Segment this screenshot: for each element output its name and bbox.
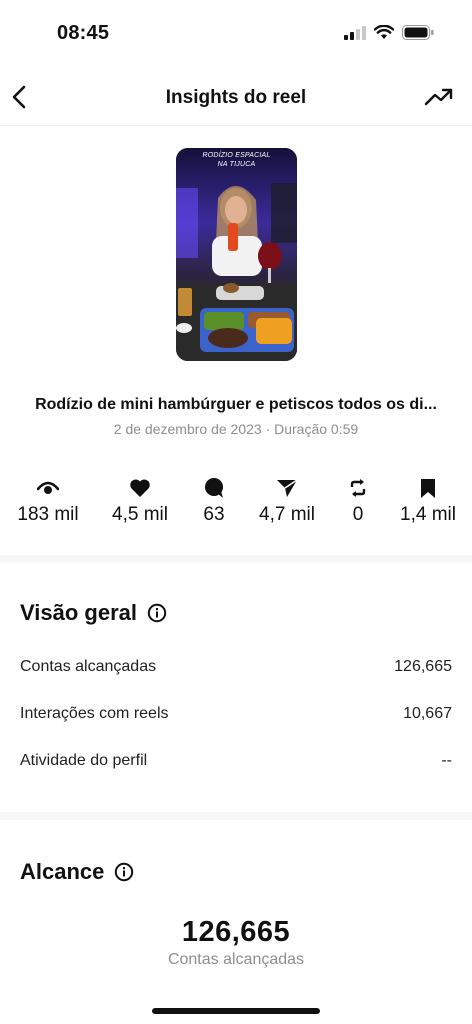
reach-section-title: Alcance <box>20 859 134 885</box>
comment-icon <box>205 478 223 498</box>
stat-shares: 4,7 mil <box>247 477 327 526</box>
stat-likes: 4,5 mil <box>100 477 180 526</box>
row-label: Atividade do perfil <box>20 752 148 769</box>
stat-value: 4,5 mil <box>112 504 168 525</box>
nav-header: Insights do reel <box>0 70 472 126</box>
share-icon <box>277 479 298 497</box>
stat-reposts: 0 <box>318 477 398 526</box>
stat-value: 183 mil <box>17 504 79 525</box>
reach-label: Contas alcançadas <box>167 951 305 968</box>
overview-section-title: Visão geral <box>20 600 167 626</box>
stats-row: 183 mil 4,5 mil 63 4,7 mil 0 1,4 mil <box>0 477 472 537</box>
stat-comments: 63 <box>174 477 254 526</box>
section-divider <box>0 555 472 563</box>
row-value: 126,665 <box>394 658 452 675</box>
section-divider <box>0 812 472 820</box>
thumbnail-caption-line2: NA TIJUCA <box>217 161 256 168</box>
row-value: -- <box>441 752 452 769</box>
wifi-icon <box>373 24 395 45</box>
bookmark-icon <box>421 478 435 498</box>
page-title: Insights do reel <box>165 87 307 108</box>
overview-row-accounts-reached[interactable]: Contas alcançadas 126,665 <box>20 658 452 682</box>
trend-button[interactable] <box>424 86 454 108</box>
row-value: 10,667 <box>403 705 452 722</box>
info-icon[interactable] <box>114 862 134 882</box>
overview-row-reel-interactions[interactable]: Interações com reels 10,667 <box>20 705 452 729</box>
thumbnail-caption-line1: RODÍZIO ESPACIAL <box>202 152 271 159</box>
stat-saves: 1,4 mil <box>388 477 468 526</box>
reel-meta: 2 de dezembro de 2023 · Duração 0:59 <box>113 421 359 437</box>
overview-title: Visão geral <box>20 600 137 625</box>
overview-row-profile-activity[interactable]: Atividade do perfil -- <box>20 752 452 776</box>
row-label: Interações com reels <box>20 705 169 722</box>
stat-views: 183 mil <box>8 477 88 526</box>
repost-icon <box>350 479 366 497</box>
reach-value: 126,665 <box>181 916 291 948</box>
thumbnail-caption: RODÍZIO ESPACIAL NA TIJUCA <box>176 151 297 169</box>
stat-value: 63 <box>203 504 225 525</box>
cellular-signal-icon <box>344 25 366 45</box>
status-time: 08:45 <box>57 22 110 44</box>
reel-title: Rodízio de mini hambúrguer e petiscos to… <box>35 396 437 413</box>
stat-value: 1,4 mil <box>400 504 456 525</box>
row-label: Contas alcançadas <box>20 658 157 675</box>
info-icon[interactable] <box>147 603 167 623</box>
status-icons <box>344 24 434 46</box>
reel-thumbnail[interactable]: RODÍZIO ESPACIAL NA TIJUCA <box>176 148 297 361</box>
eye-icon <box>37 481 59 494</box>
status-bar: 08:45 <box>0 0 472 70</box>
heart-icon <box>130 479 150 497</box>
reach-title: Alcance <box>20 859 105 884</box>
home-indicator[interactable] <box>152 1008 320 1014</box>
stat-value: 4,7 mil <box>259 504 315 525</box>
battery-icon <box>402 25 434 45</box>
trending-up-icon <box>424 88 453 106</box>
stat-value: 0 <box>352 504 364 525</box>
reel-thumbnail-image <box>176 148 297 361</box>
